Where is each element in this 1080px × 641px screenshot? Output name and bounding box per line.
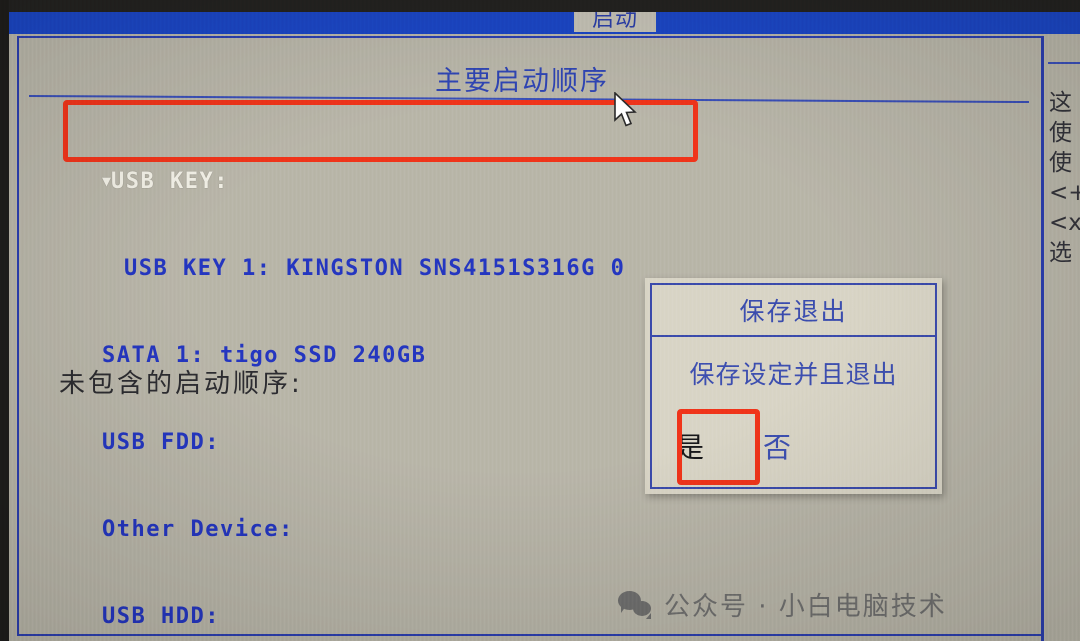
boot-list-item-label: USB KEY:	[111, 169, 229, 194]
help-line: 这	[1049, 90, 1072, 116]
watermark: 公众号 · 小白电脑技术	[618, 586, 947, 623]
boot-list-item-usb-key[interactable]: ▼USB KEY:	[102, 167, 625, 196]
excluded-boot-order-label: 未包含的启动顺序:	[59, 369, 303, 399]
boot-list-item-other-device[interactable]: Other Device:	[102, 515, 625, 544]
dialog-message: 保存设定并且退出	[689, 360, 898, 389]
monitor-bezel-left	[0, 0, 9, 641]
monitor-bezel-top	[0, 0, 1080, 12]
mouse-cursor-icon	[613, 91, 639, 134]
help-line: <+	[1049, 180, 1080, 206]
page-title: 主要启动顺序	[435, 66, 609, 97]
chevron-down-icon[interactable]: ▼	[102, 172, 111, 190]
dialog-inner-frame: 保存退出 保存设定并且退出 是 否	[650, 283, 937, 489]
cancel-no-button[interactable]: 否	[763, 426, 792, 466]
watermark-text: 公众号 · 小白电脑技术	[664, 592, 947, 622]
dialog-button-row: 是 否	[652, 409, 935, 483]
boot-list-item-usb-hdd[interactable]: USB HDD:	[102, 602, 625, 631]
confirm-yes-button[interactable]: 是	[676, 426, 705, 466]
help-line: 选	[1049, 240, 1072, 266]
bios-screen-photo: 主要启动顺序 ▼USB KEY: USB KEY 1: KINGSTON SNS…	[0, 0, 1080, 641]
save-exit-dialog: 保存退出 保存设定并且退出 是 否	[645, 278, 942, 494]
help-panel: 这使使<+<x选	[1041, 36, 1080, 641]
help-panel-divider	[1048, 62, 1080, 64]
boot-list-item-usb-key-1[interactable]: USB KEY 1: KINGSTON SNS4151S316G 0	[102, 254, 625, 283]
help-line: <x	[1049, 210, 1080, 236]
help-line: 使	[1049, 150, 1072, 176]
dialog-title: 保存退出	[652, 285, 935, 337]
boot-list-item-usb-fdd[interactable]: USB FDD:	[102, 428, 625, 457]
help-line: 使	[1049, 120, 1072, 146]
help-panel-text: 这使使<+<x选	[1049, 88, 1080, 268]
wechat-icon	[618, 590, 652, 619]
